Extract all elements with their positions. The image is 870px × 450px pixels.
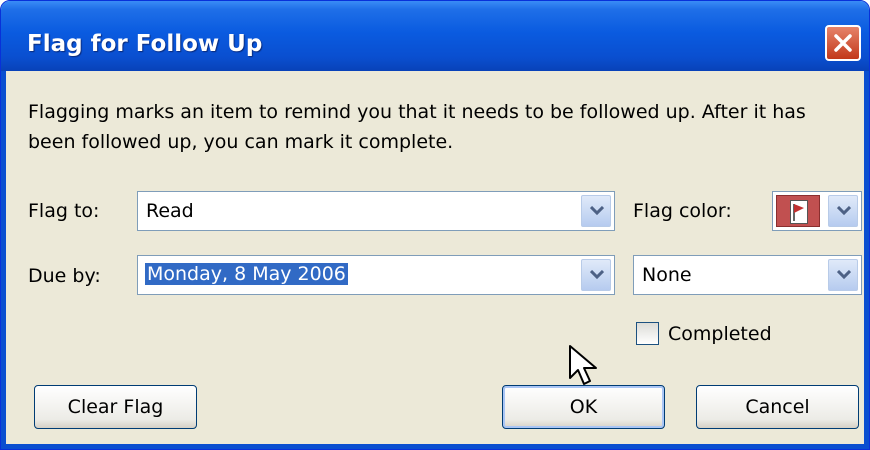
cancel-button[interactable]: Cancel	[696, 385, 859, 429]
window-frame-bottom	[1, 444, 869, 449]
title-bar[interactable]: Flag for Follow Up	[1, 1, 869, 71]
info-message: Flagging marks an item to remind you tha…	[28, 101, 806, 153]
chevron-down-icon	[837, 270, 851, 280]
completed-checkbox[interactable]	[636, 322, 659, 345]
close-icon	[834, 34, 852, 52]
close-button[interactable]	[825, 25, 861, 61]
due-date-dropdown-button[interactable]	[581, 259, 611, 291]
due-date-combo[interactable]: Monday, 8 May 2006	[137, 255, 615, 295]
chevron-down-icon	[590, 206, 604, 216]
due-time-value[interactable]: None	[642, 264, 692, 286]
flag-icon	[790, 200, 808, 224]
due-by-label: Due by:	[28, 265, 101, 287]
flag-for-follow-up-dialog: Flag for Follow Up Flagging marks an ite…	[0, 0, 870, 450]
mouse-pointer-icon	[569, 345, 597, 385]
clear-flag-button[interactable]: Clear Flag	[34, 385, 197, 429]
dialog-title: Flag for Follow Up	[27, 31, 263, 57]
window-frame-right	[864, 71, 869, 449]
flag-to-label: Flag to:	[28, 200, 100, 222]
completed-label[interactable]: Completed	[668, 323, 772, 345]
chevron-down-icon	[590, 270, 604, 280]
flag-to-value[interactable]: Read	[146, 200, 194, 222]
window-frame-left	[1, 71, 6, 449]
flag-color-label: Flag color:	[633, 200, 732, 222]
chevron-down-icon	[837, 206, 851, 216]
ok-button[interactable]: OK	[502, 385, 665, 429]
due-time-combo[interactable]: None	[633, 255, 862, 295]
flag-to-combo[interactable]: Read	[137, 191, 615, 231]
due-time-dropdown-button[interactable]	[828, 259, 858, 291]
due-date-value[interactable]: Monday, 8 May 2006	[145, 263, 348, 285]
flag-to-dropdown-button[interactable]	[581, 195, 611, 227]
flag-color-swatch[interactable]	[776, 195, 820, 227]
flag-color-picker[interactable]	[772, 191, 862, 231]
flag-color-dropdown-button[interactable]	[828, 195, 858, 227]
